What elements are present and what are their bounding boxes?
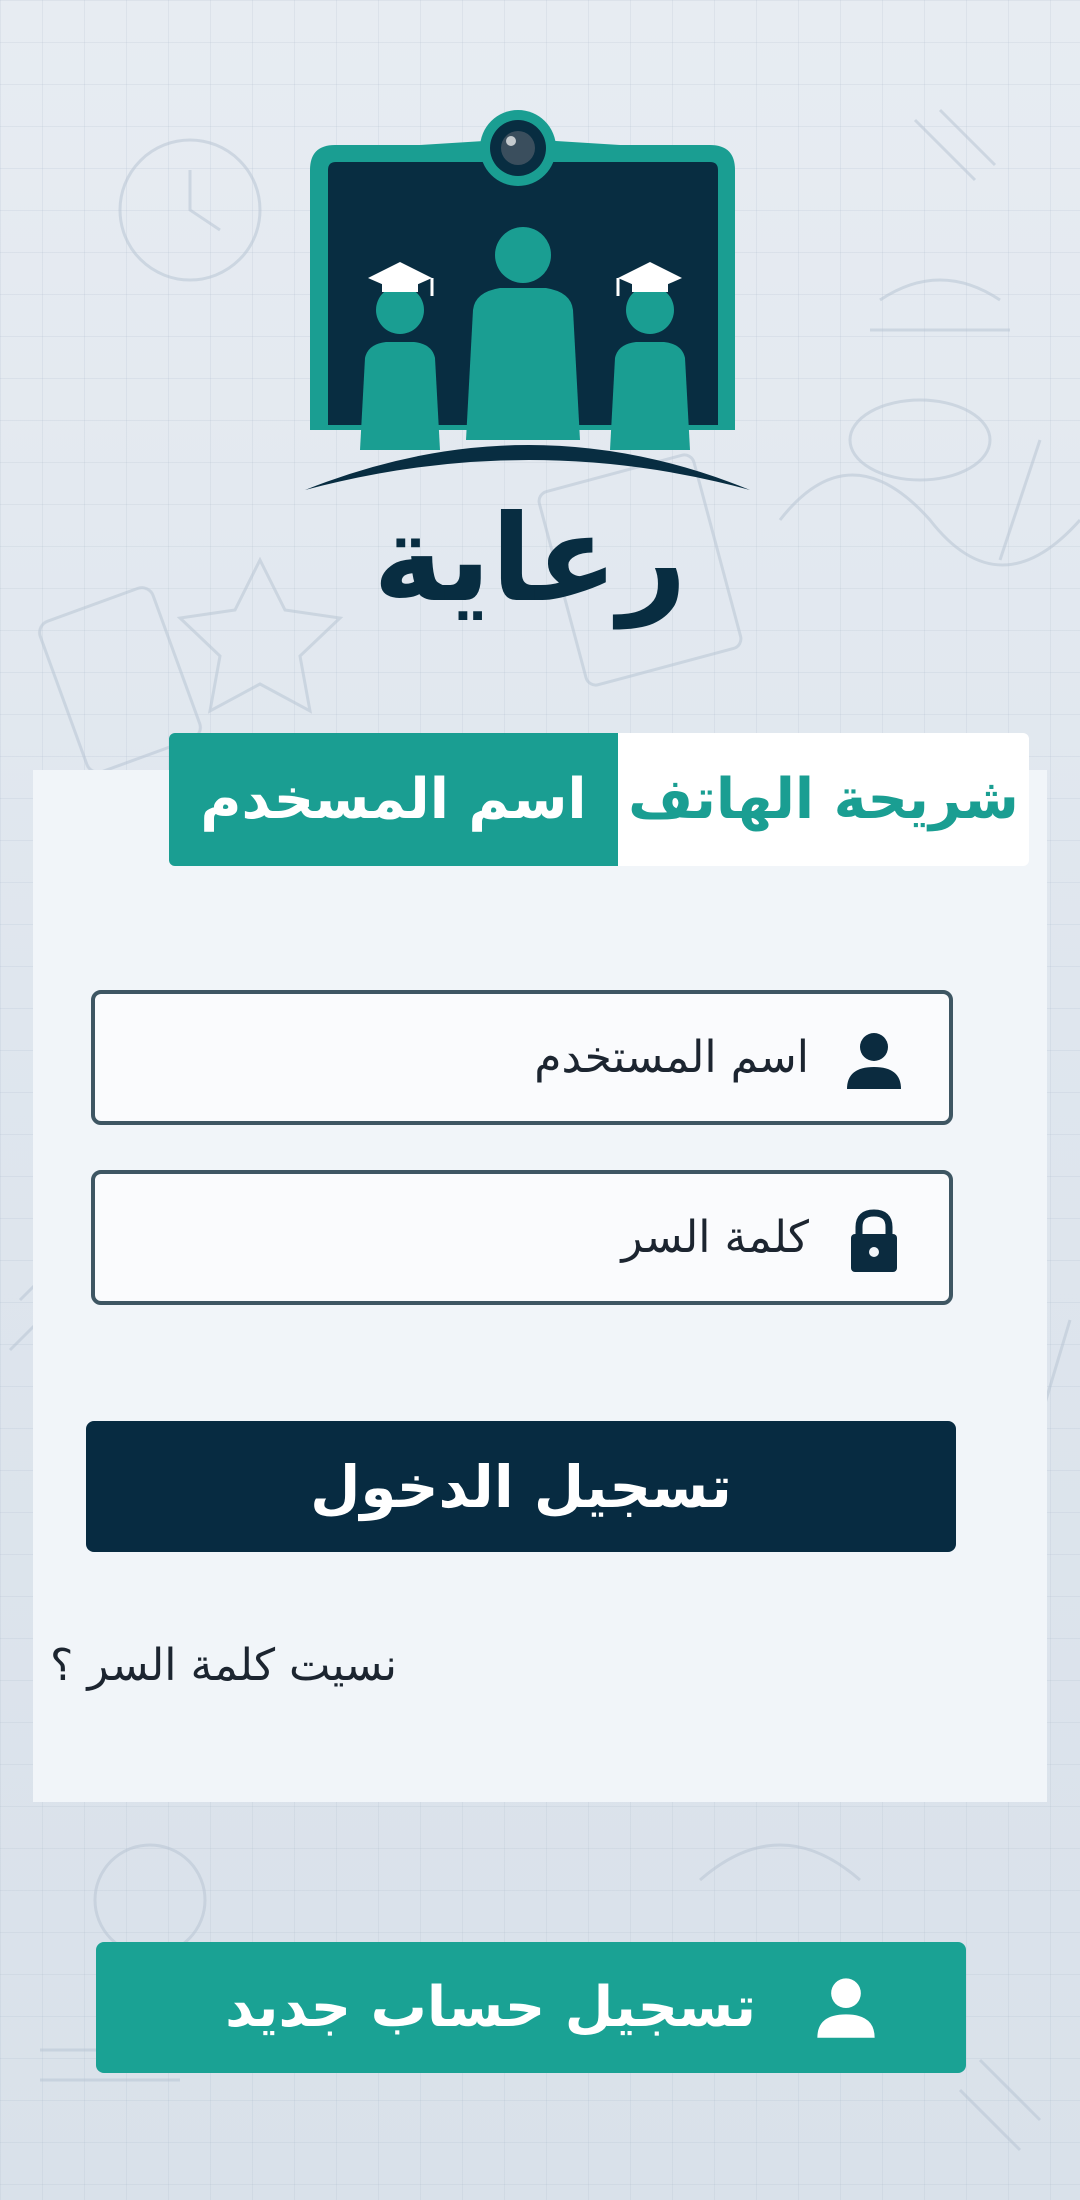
user-icon: [817, 1978, 875, 2038]
register-button-label: تسجيل حساب جديد: [225, 1975, 756, 2040]
username-input[interactable]: [149, 994, 809, 1121]
username-field[interactable]: [91, 990, 953, 1125]
register-button[interactable]: تسجيل حساب جديد: [96, 1942, 966, 2073]
lock-icon: [851, 1209, 897, 1272]
password-input[interactable]: [149, 1174, 809, 1301]
login-button[interactable]: تسجيل الدخول: [86, 1421, 956, 1552]
app-logo: رعاية: [305, 110, 750, 629]
tab-phone-sim-label: شريحة الهاتف: [628, 767, 1019, 832]
tab-phone-sim[interactable]: شريحة الهاتف: [618, 733, 1029, 866]
login-button-label: تسجيل الدخول: [310, 1452, 732, 1521]
forgot-password-link[interactable]: نسيت كلمة السر ؟: [50, 1640, 470, 1691]
app-logo-wordmark: رعاية: [373, 490, 687, 629]
user-icon: [847, 1033, 901, 1089]
tab-username-label: اسم المسخدم: [200, 767, 587, 832]
tab-username[interactable]: اسم المسخدم: [169, 733, 618, 866]
password-field[interactable]: [91, 1170, 953, 1305]
